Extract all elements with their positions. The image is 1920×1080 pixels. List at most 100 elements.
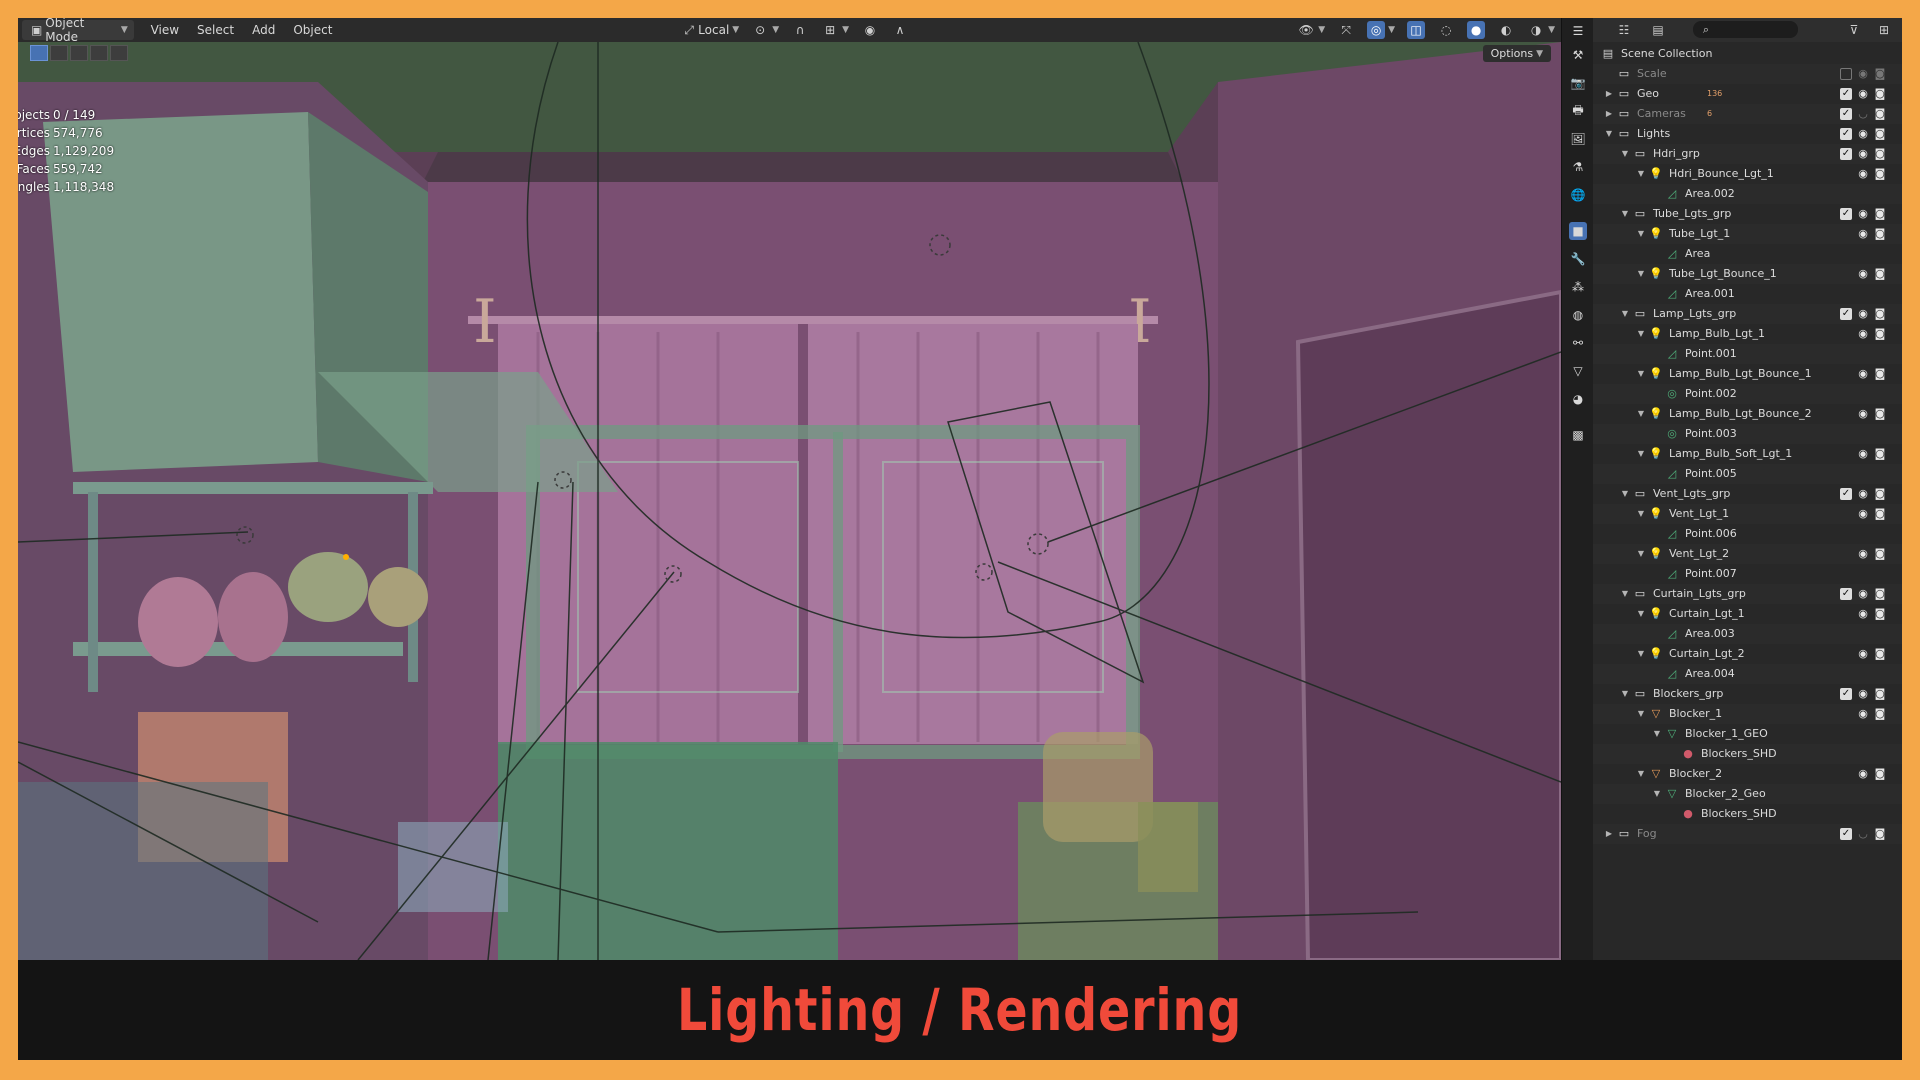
disclosure-open-icon[interactable]: ▼	[1635, 364, 1647, 384]
transform-orientation-dropdown[interactable]: ⤢ Local ▼	[674, 20, 745, 40]
menu-add[interactable]: Add	[243, 23, 284, 37]
world-tab-icon[interactable]: 🌐	[1569, 186, 1587, 204]
render-camera-icon[interactable]: ◙	[1874, 228, 1886, 240]
output-tab-icon[interactable]: 🖶	[1569, 102, 1587, 120]
outliner-row[interactable]: ◿ Point.006	[1593, 524, 1902, 544]
select-intersect-icon[interactable]	[110, 45, 128, 61]
outliner-row[interactable]: ◿ Point.007	[1593, 564, 1902, 584]
render-camera-icon[interactable]: ◙	[1874, 68, 1886, 80]
render-camera-icon[interactable]: ◙	[1874, 208, 1886, 220]
visibility-eye-icon[interactable]: ◡	[1857, 828, 1869, 840]
xray-toggle[interactable]: ◫	[1401, 20, 1431, 40]
scene-tab-icon[interactable]: ⚗	[1569, 158, 1587, 176]
modifier-tab-icon[interactable]: 🔧	[1569, 250, 1587, 268]
visibility-eye-icon[interactable]: ◉	[1857, 768, 1869, 780]
options-dropdown[interactable]: Options ▼	[1482, 45, 1551, 62]
gizmo-toggle[interactable]: ⤧	[1331, 20, 1361, 40]
data-tab-icon[interactable]: ▽	[1569, 362, 1587, 380]
render-camera-icon[interactable]: ◙	[1874, 508, 1886, 520]
outliner-row[interactable]: ▼ ▭ Vent_Lgts_grp ✓ ◉ ◙	[1593, 484, 1902, 504]
render-camera-icon[interactable]: ◙	[1874, 308, 1886, 320]
outliner-row[interactable]: ▼ 💡 Vent_Lgt_2 ◉ ◙	[1593, 544, 1902, 564]
outliner-row[interactable]: ▼ 💡 Lamp_Bulb_Lgt_Bounce_1 ◉ ◙	[1593, 364, 1902, 384]
disclosure-open-icon[interactable]: ▼	[1635, 324, 1647, 344]
outliner-row[interactable]: ▶ ▭ Geo 136 ✓ ◉ ◙	[1593, 84, 1902, 104]
particles-tab-icon[interactable]: ⁂	[1569, 278, 1587, 296]
exclude-checkbox[interactable]: ✓	[1840, 148, 1852, 160]
render-camera-icon[interactable]: ◙	[1874, 548, 1886, 560]
outliner-row[interactable]: ▤ Scene Collection	[1593, 44, 1902, 64]
snap-toggle[interactable]: ∩	[785, 20, 815, 40]
outliner-row[interactable]: ▼ 💡 Tube_Lgt_1 ◉ ◙	[1593, 224, 1902, 244]
visibility-eye-icon[interactable]: ◉	[1857, 148, 1869, 160]
filter-view-icon[interactable]: ▤	[1649, 21, 1667, 39]
object-tab-icon[interactable]: ■	[1569, 222, 1587, 240]
render-camera-icon[interactable]: ◙	[1874, 368, 1886, 380]
view-layer-tab-icon[interactable]: 🖼	[1569, 130, 1587, 148]
render-camera-icon[interactable]: ◙	[1874, 648, 1886, 660]
render-camera-icon[interactable]: ◙	[1874, 828, 1886, 840]
visibility-eye-icon[interactable]: ◡	[1857, 108, 1869, 120]
outliner-row[interactable]: ▼ 💡 Lamp_Bulb_Lgt_1 ◉ ◙	[1593, 324, 1902, 344]
outliner-row[interactable]: ● Blockers_SHD	[1593, 744, 1902, 764]
render-camera-icon[interactable]: ◙	[1874, 128, 1886, 140]
visibility-eye-icon[interactable]: ◉	[1857, 488, 1869, 500]
render-camera-icon[interactable]: ◙	[1874, 588, 1886, 600]
outliner-row[interactable]: ◿ Area.004	[1593, 664, 1902, 684]
render-camera-icon[interactable]: ◙	[1874, 168, 1886, 180]
outliner-row[interactable]: ◎ Point.003	[1593, 424, 1902, 444]
tool-tab-icon[interactable]: ⚒	[1569, 46, 1587, 64]
render-camera-icon[interactable]: ◙	[1874, 148, 1886, 160]
visibility-eye-icon[interactable]: ◉	[1857, 368, 1869, 380]
visibility-eye-icon[interactable]: ◉	[1857, 168, 1869, 180]
disclosure-closed-icon[interactable]: ▶	[1603, 104, 1615, 124]
falloff-dropdown[interactable]: ∧	[885, 20, 915, 40]
disclosure-open-icon[interactable]: ▼	[1619, 584, 1631, 604]
outliner-row[interactable]: ▼ ▭ Hdri_grp ✓ ◉ ◙	[1593, 144, 1902, 164]
outliner-row[interactable]: ◿ Point.001	[1593, 344, 1902, 364]
exclude-checkbox[interactable]	[1840, 68, 1852, 80]
render-camera-icon[interactable]: ◙	[1874, 768, 1886, 780]
physics-tab-icon[interactable]: ◍	[1569, 306, 1587, 324]
outliner-row[interactable]: ▼ 💡 Curtain_Lgt_1 ◉ ◙	[1593, 604, 1902, 624]
disclosure-open-icon[interactable]: ▼	[1635, 544, 1647, 564]
outliner-row[interactable]: ● Blockers_SHD	[1593, 804, 1902, 824]
visibility-eye-icon[interactable]: ◉	[1857, 708, 1869, 720]
outliner-row[interactable]: ◿ Area.002	[1593, 184, 1902, 204]
visibility-eye-icon[interactable]: ◉	[1857, 688, 1869, 700]
disclosure-open-icon[interactable]: ▼	[1619, 144, 1631, 164]
select-invert-icon[interactable]	[90, 45, 108, 61]
disclosure-open-icon[interactable]: ▼	[1635, 704, 1647, 724]
constraints-tab-icon[interactable]: ⚯	[1569, 334, 1587, 352]
texture-tab-icon[interactable]: ▩	[1569, 426, 1587, 444]
disclosure-open-icon[interactable]: ▼	[1619, 684, 1631, 704]
visibility-eye-icon[interactable]: ◉	[1857, 208, 1869, 220]
outliner-row[interactable]: ▼ 💡 Vent_Lgt_1 ◉ ◙	[1593, 504, 1902, 524]
exclude-checkbox[interactable]: ✓	[1840, 588, 1852, 600]
outliner-row[interactable]: ▼ 💡 Curtain_Lgt_2 ◉ ◙	[1593, 644, 1902, 664]
visibility-eye-icon[interactable]: ◉	[1857, 88, 1869, 100]
disclosure-open-icon[interactable]: ▼	[1635, 604, 1647, 624]
render-camera-icon[interactable]: ◙	[1874, 88, 1886, 100]
outliner-row[interactable]: ▼ ▽ Blocker_1_GEO	[1593, 724, 1902, 744]
outliner-row[interactable]: ▼ 💡 Lamp_Bulb_Soft_Lgt_1 ◉ ◙	[1593, 444, 1902, 464]
overlays-toggle[interactable]: ◎ ▼	[1361, 20, 1401, 40]
disclosure-open-icon[interactable]: ▼	[1619, 204, 1631, 224]
render-camera-icon[interactable]: ◙	[1874, 448, 1886, 460]
outliner-row[interactable]: ▼ ▭ Lights ✓ ◉ ◙	[1593, 124, 1902, 144]
visibility-dropdown[interactable]: 👁 ▼	[1291, 20, 1331, 40]
visibility-eye-icon[interactable]: ◉	[1857, 328, 1869, 340]
visibility-eye-icon[interactable]: ◉	[1857, 268, 1869, 280]
visibility-eye-icon[interactable]: ◉	[1857, 448, 1869, 460]
outliner-row[interactable]: ▼ ▭ Lamp_Lgts_grp ✓ ◉ ◙	[1593, 304, 1902, 324]
outliner-row[interactable]: ◿ Area.003	[1593, 624, 1902, 644]
outliner-row[interactable]: ▭ Scale ◉ ◙	[1593, 64, 1902, 84]
visibility-eye-icon[interactable]: ◉	[1857, 508, 1869, 520]
shading-rendered[interactable]: ◑ ▼	[1521, 20, 1561, 40]
disclosure-open-icon[interactable]: ▼	[1635, 444, 1647, 464]
outliner-row[interactable]: ▼ ▭ Curtain_Lgts_grp ✓ ◉ ◙	[1593, 584, 1902, 604]
disclosure-open-icon[interactable]: ▼	[1651, 724, 1663, 744]
disclosure-open-icon[interactable]: ▼	[1651, 784, 1663, 804]
outliner-row[interactable]: ◎ Point.002	[1593, 384, 1902, 404]
disclosure-open-icon[interactable]: ▼	[1635, 164, 1647, 184]
